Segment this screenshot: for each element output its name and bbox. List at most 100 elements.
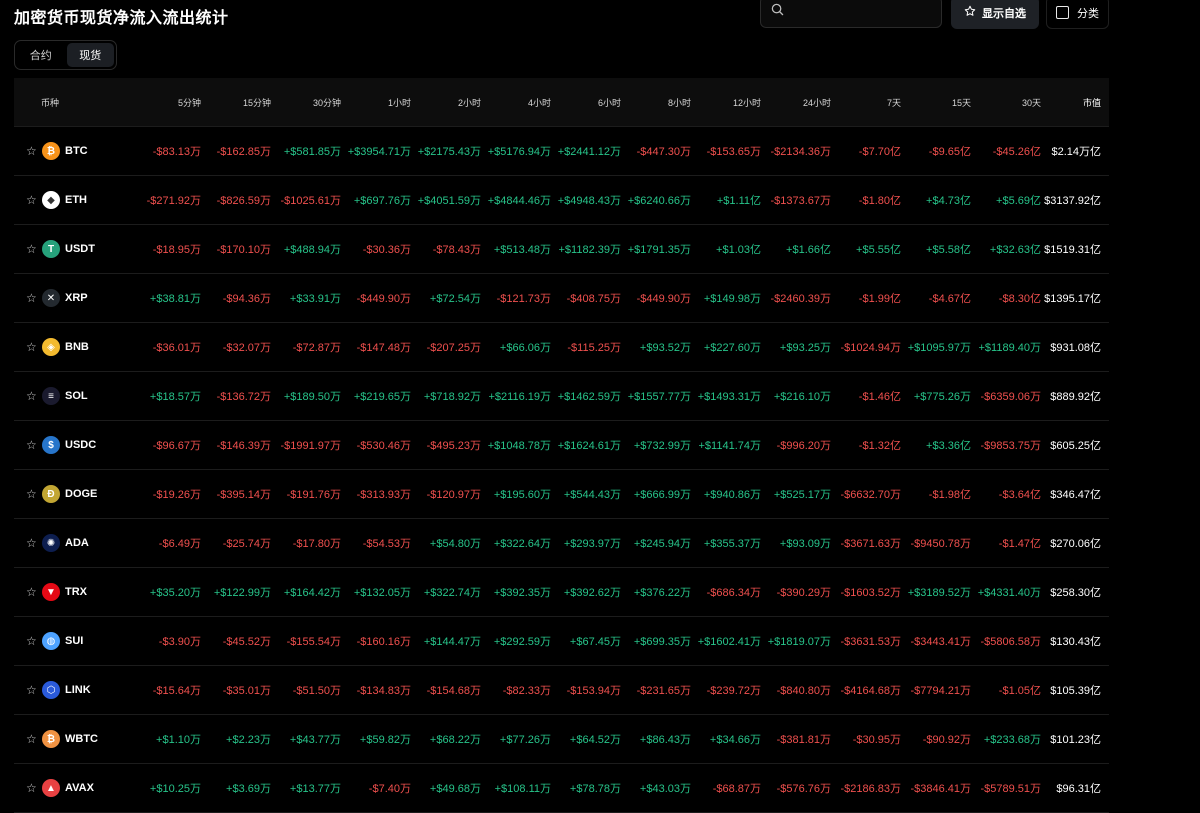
flow-value: +$34.66万 (709, 734, 761, 746)
column-header[interactable]: 12小时 (694, 96, 764, 109)
table-row[interactable]: ☆ ◆ ETH -$271.92万 -$826.59万 -$1025.61万 +$697.7… (14, 176, 1109, 225)
flow-value: +$940.86万 (703, 489, 761, 501)
table-row[interactable]: ☆ Ð DOGE -$19.26万 -$395.14万 -$191.76万 -$313.93… (14, 470, 1109, 519)
market-cap: $931.08亿 (1050, 342, 1101, 354)
coin-symbol: USDT (65, 243, 95, 255)
flow-value: -$1.05亿 (998, 685, 1041, 697)
flow-value: -$146.39万 (216, 440, 271, 452)
coin-symbol: TRX (65, 586, 87, 598)
column-header[interactable]: 5分钟 (134, 96, 204, 109)
wbtc-icon: ₿ (42, 730, 60, 748)
ethereum-icon: ◆ (42, 191, 60, 209)
coin-cell: ☆ $ USDC (14, 436, 134, 454)
column-header[interactable]: 30分钟 (274, 96, 344, 109)
table-row[interactable]: ☆ ◍ SUI -$3.90万 -$45.52万 -$155.54万 -$160.16万 +$… (14, 617, 1109, 666)
category-filter-button[interactable]: 分类 (1046, 0, 1109, 29)
flow-value: +$1557.77万 (627, 391, 691, 403)
coin-cell: ☆ T USDT (14, 240, 134, 258)
column-header[interactable]: 4小时 (484, 96, 554, 109)
favorite-star-icon[interactable]: ☆ (26, 389, 40, 403)
column-header[interactable]: 30天 (974, 96, 1044, 109)
search-input[interactable] (790, 4, 934, 20)
flow-value: +$2.23万 (226, 734, 271, 746)
column-header[interactable]: 8小时 (624, 96, 694, 109)
favorite-star-icon[interactable]: ☆ (26, 193, 40, 207)
table-row[interactable]: ☆ ₿ WBTC +$1.10万 +$2.23万 +$43.77万 +$59.82万 +$68… (14, 715, 1109, 764)
favorite-star-icon[interactable]: ☆ (26, 291, 40, 305)
favorite-star-icon[interactable]: ☆ (26, 634, 40, 648)
column-header[interactable]: 7天 (834, 96, 904, 109)
flow-value: -$231.65万 (636, 685, 691, 697)
market-cap: $270.06亿 (1050, 538, 1101, 550)
column-header[interactable]: 1小时 (344, 96, 414, 109)
market-cap: $96.31亿 (1056, 783, 1101, 795)
flow-value: -$30.36万 (362, 244, 411, 256)
flow-value: +$1048.78万 (487, 440, 551, 452)
table-row[interactable]: ☆ ₿ BTC -$83.13万 -$162.85万 +$581.85万 +$3954.71… (14, 127, 1109, 176)
column-header[interactable]: 市值 (1044, 96, 1109, 109)
column-header[interactable]: 6小时 (554, 96, 624, 109)
flow-value: -$155.54万 (286, 636, 341, 648)
flow-value: +$68.22万 (429, 734, 481, 746)
flow-value: +$1602.41万 (697, 636, 761, 648)
column-header[interactable]: 2小时 (414, 96, 484, 109)
table-row[interactable]: ☆ $ USDC -$96.67万 -$146.39万 -$1991.97万 -$530.4… (14, 421, 1109, 470)
flow-value: -$9450.78万 (910, 538, 971, 550)
tab-spot[interactable]: 现货 (66, 43, 114, 67)
flow-value: -$9.65亿 (928, 146, 971, 158)
show-watchlist-button[interactable]: 显示自选 (951, 0, 1039, 29)
flow-value: +$4331.40万 (977, 587, 1041, 599)
flow-value: +$189.50万 (283, 391, 341, 403)
flow-value: -$449.90万 (636, 293, 691, 305)
flow-value: -$1991.97万 (280, 440, 341, 452)
table-row[interactable]: ☆ T USDT -$18.95万 -$170.10万 +$488.94万 -$30.36万… (14, 225, 1109, 274)
flow-value: +$149.98万 (703, 293, 761, 305)
flow-value: +$3189.52万 (907, 587, 971, 599)
favorite-star-icon[interactable]: ☆ (26, 487, 40, 501)
favorite-star-icon[interactable]: ☆ (26, 242, 40, 256)
table-row[interactable]: ☆ ⬡ LINK -$15.64万 -$35.01万 -$51.50万 -$134.83万 -… (14, 666, 1109, 715)
column-header[interactable]: 24小时 (764, 96, 834, 109)
favorite-star-icon[interactable]: ☆ (26, 585, 40, 599)
flow-value: +$72.54万 (429, 293, 481, 305)
flow-value: -$3443.41万 (910, 636, 971, 648)
coin-cell: ☆ ◍ SUI (14, 632, 134, 650)
favorite-star-icon[interactable]: ☆ (26, 536, 40, 550)
flow-value: -$54.53万 (362, 538, 411, 550)
coin-symbol: DOGE (65, 488, 98, 500)
flow-value: +$1095.97万 (907, 342, 971, 354)
coin-symbol: ADA (65, 537, 89, 549)
favorite-star-icon[interactable]: ☆ (26, 144, 40, 158)
flow-value: +$2116.19万 (488, 391, 552, 403)
category-checkbox[interactable] (1056, 6, 1069, 19)
search-box[interactable] (760, 0, 942, 28)
flow-value: +$544.43万 (563, 489, 621, 501)
tab-futures[interactable]: 合约 (17, 43, 65, 67)
flow-value: -$3671.63万 (840, 538, 901, 550)
coin-symbol: WBTC (65, 733, 98, 745)
flow-value: +$697.76万 (353, 195, 411, 207)
favorite-star-icon[interactable]: ☆ (26, 683, 40, 697)
column-header[interactable]: 15分钟 (204, 96, 274, 109)
market-cap: $346.47亿 (1050, 489, 1101, 501)
flow-value: +$78.78万 (569, 783, 621, 795)
favorite-star-icon[interactable]: ☆ (26, 438, 40, 452)
flow-value: +$2441.12万 (557, 146, 621, 158)
table-row[interactable]: ☆ ✺ ADA -$6.49万 -$25.74万 -$17.80万 -$54.53万 +$54… (14, 519, 1109, 568)
table-row[interactable]: ☆ ◈ BNB -$36.01万 -$32.07万 -$72.87万 -$147.48万 -$… (14, 323, 1109, 372)
table-row[interactable]: ☆ ✕ XRP +$38.81万 -$94.36万 +$33.91万 -$449.90万 +$… (14, 274, 1109, 323)
favorite-star-icon[interactable]: ☆ (26, 340, 40, 354)
favorite-star-icon[interactable]: ☆ (26, 732, 40, 746)
flow-value: -$35.01万 (222, 685, 271, 697)
table-header: 币种 5分钟 15分钟 30分钟 1小时 2小时 4小时 6小时 8小时 12小时 24小时 7天 15… (14, 78, 1109, 127)
table-row[interactable]: ☆ ≡ SOL +$18.57万 -$136.72万 +$189.50万 +$219.65万… (14, 372, 1109, 421)
coin-symbol: SUI (65, 635, 84, 647)
flow-value: -$51.50万 (292, 685, 341, 697)
flow-value: +$699.35万 (633, 636, 691, 648)
flow-value: -$2186.83万 (840, 783, 901, 795)
column-header[interactable]: 15天 (904, 96, 974, 109)
flow-value: +$488.94万 (283, 244, 341, 256)
table-row[interactable]: ☆ ▼ TRX +$35.20万 +$122.99万 +$164.42万 +$132.05万… (14, 568, 1109, 617)
favorite-star-icon[interactable]: ☆ (26, 781, 40, 795)
flow-value: -$3.90万 (158, 636, 201, 648)
